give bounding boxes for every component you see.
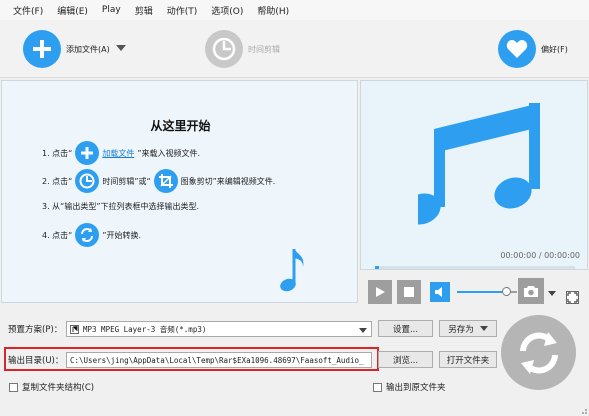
output-dir-value: C:\Users\jing\AppData\Local\Temp\Rar$EXa… <box>70 355 364 365</box>
volume-button[interactable] <box>430 282 450 302</box>
step-2-prefix: 2. 点击“ <box>42 176 73 186</box>
toolbar: 添加文件(A) 时间剪辑 偏好(F) <box>0 20 589 78</box>
step-4-prefix: 4. 点击“ <box>42 230 73 240</box>
guide-step-3: 3. 从“输出类型”下拉列表框中选择输出类型. <box>42 201 199 212</box>
convert-icon <box>75 223 100 247</box>
chevron-down-icon <box>479 326 488 331</box>
clock-icon <box>205 30 243 68</box>
menu-edit[interactable]: 编辑(E) <box>57 4 88 17</box>
progress-fill <box>375 266 379 269</box>
volume-fill <box>457 291 507 293</box>
time-cut-text: 时间剪辑 <box>102 176 135 186</box>
save-as-label: 另存为 <box>448 324 474 335</box>
step-3-text: 3. 从“输出类型”下拉列表框中选择输出类型. <box>42 202 200 211</box>
video-preview <box>360 80 588 270</box>
preset-label: 预置方案(P)： <box>8 325 63 335</box>
open-folder-button[interactable]: 打开文件夹 <box>439 351 497 368</box>
camera-icon <box>524 286 538 297</box>
clock-icon <box>75 169 100 193</box>
fullscreen-icon[interactable] <box>566 291 579 304</box>
chevron-down-icon[interactable] <box>359 326 367 335</box>
snapshot-dropdown-icon[interactable] <box>548 289 556 299</box>
output-to-source-option[interactable]: 输出到原文件夹 <box>373 381 446 393</box>
save-as-button[interactable]: 另存为 <box>439 320 497 337</box>
menu-play[interactable]: Play <box>102 5 121 15</box>
favorites-label: 偏好(F) <box>541 44 568 54</box>
guide-panel: 从这里开始 1. 点击“ 加载文件 ”来载入视频文件. 2. 点击“ 时间剪辑 … <box>1 80 358 303</box>
play-button[interactable] <box>368 280 392 304</box>
crop-text: 图象剪切 <box>180 176 213 186</box>
convert-icon <box>519 331 558 374</box>
progress-bar[interactable] <box>375 266 575 269</box>
browse-button[interactable]: 浏览... <box>378 351 433 368</box>
speaker-icon <box>435 287 442 297</box>
volume-slider[interactable] <box>457 287 517 296</box>
menu-clip[interactable]: 剪辑 <box>135 4 153 17</box>
menu-file[interactable]: 文件(F) <box>13 4 43 17</box>
menu-bar: 文件(F) 编辑(E) Play 剪辑 动作(T) 选项(O) 帮助(H) <box>0 0 589 20</box>
step-4-text: ”开始转换. <box>102 230 142 240</box>
time-display: 00:00:00 / 00:00:00 <box>500 251 580 260</box>
guide-step-4: 4. 点击“ ”开始转换. <box>42 223 141 247</box>
add-file-label: 添加文件(A) <box>66 44 110 54</box>
music-notes-icon <box>403 97 550 236</box>
load-file-link[interactable]: 加载文件 <box>102 148 134 159</box>
convert-button[interactable] <box>501 315 576 390</box>
guide-title: 从这里开始 <box>150 119 211 133</box>
menu-options[interactable]: 选项(O) <box>211 4 243 17</box>
play-icon <box>376 287 385 297</box>
output-dir-label: 输出目录(U)： <box>8 356 64 366</box>
guide-step-1: 1. 点击“ 加载文件 ”来载入视频文件. <box>42 141 200 165</box>
player-controls <box>360 272 588 312</box>
chevron-down-icon[interactable] <box>115 44 126 54</box>
time-cut-button[interactable]: 时间剪辑 <box>205 30 280 68</box>
stop-button[interactable] <box>397 280 421 304</box>
preset-select[interactable]: MP3 MPEG Layer-3 音频(*.mp3) <box>66 321 372 337</box>
output-dir-input[interactable]: C:\Users\jing\AppData\Local\Temp\Rar$EXa… <box>66 352 372 368</box>
copy-structure-option[interactable]: 复制文件夹结构(C) <box>9 381 94 393</box>
step-2-or: ”或“ <box>134 176 151 186</box>
settings-button[interactable]: 设置... <box>378 320 433 337</box>
crop-icon <box>153 169 178 193</box>
step-1-text: ”来载入视频文件. <box>137 148 201 158</box>
options-row: 复制文件夹结构(C) 输出到原文件夹 <box>0 380 589 394</box>
preset-row: 预置方案(P)： MP3 MPEG Layer-3 音频(*.mp3) 设置..… <box>0 320 589 338</box>
resize-grip-icon[interactable] <box>578 405 588 416</box>
output-to-source-checkbox[interactable] <box>373 382 382 392</box>
menu-action[interactable]: 动作(T) <box>167 4 198 17</box>
favorites-button[interactable]: 偏好(F) <box>498 30 568 68</box>
step-1-prefix: 1. 点击“ <box>42 148 73 158</box>
heart-icon <box>498 30 536 68</box>
audio-format-icon <box>70 324 79 334</box>
volume-knob[interactable] <box>502 287 512 296</box>
plus-icon <box>23 30 61 68</box>
copy-structure-label: 复制文件夹结构(C) <box>22 383 95 393</box>
step-2-text: ”来编辑视频文件. <box>212 176 276 186</box>
snapshot-button[interactable] <box>518 278 544 304</box>
add-file-button[interactable]: 添加文件(A) <box>23 30 126 68</box>
stop-icon <box>404 287 414 297</box>
plus-icon <box>75 141 100 165</box>
guide-step-2: 2. 点击“ 时间剪辑 ”或“ 图象剪切 ”来编辑视频文件. <box>42 169 275 193</box>
preset-value: MP3 MPEG Layer-3 音频(*.mp3) <box>83 324 207 334</box>
menu-help[interactable]: 帮助(H) <box>257 4 289 17</box>
copy-structure-checkbox[interactable] <box>9 382 18 392</box>
music-note-icon <box>279 247 307 298</box>
time-cut-label: 时间剪辑 <box>248 44 280 54</box>
output-to-source-label: 输出到原文件夹 <box>386 383 446 393</box>
